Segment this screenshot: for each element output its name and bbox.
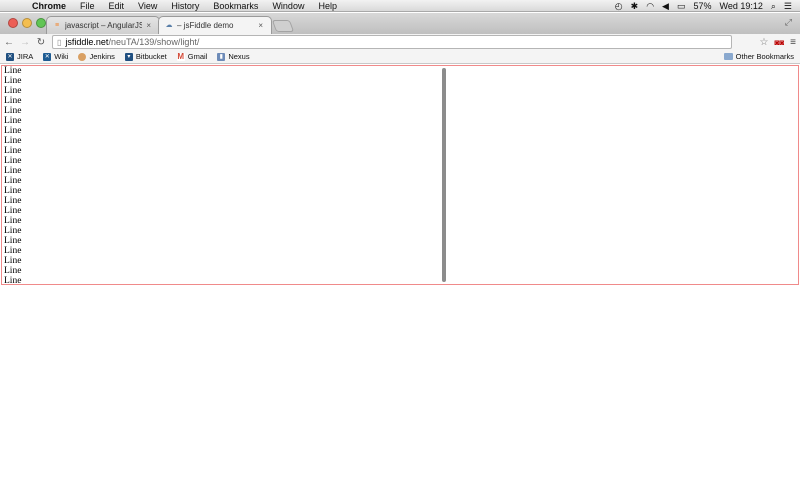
bookmark-label: JIRA <box>17 52 34 61</box>
list-item: Line <box>4 106 22 116</box>
list-item: Line <box>4 166 22 176</box>
tab-strip: ≡ javascript – AngularJS – How × ☁ – jsF… <box>0 13 800 34</box>
tab-stackoverflow[interactable]: ≡ javascript – AngularJS – How × <box>46 16 160 34</box>
nexus-icon: ▮ <box>217 52 226 61</box>
jsfiddle-favicon-icon: ☁ <box>165 21 173 29</box>
menu-view[interactable]: View <box>131 0 164 12</box>
menu-help[interactable]: Help <box>311 0 344 12</box>
tab-label: javascript – AngularJS – How <box>65 21 143 30</box>
browser-toolbar: ← → ↻ ▯ jsfiddle.net /neuTA/139/show/lig… <box>0 34 800 50</box>
jira-icon: ✕ <box>6 52 14 61</box>
list-item: Line <box>4 186 22 196</box>
url-host: jsfiddle.net <box>65 37 109 47</box>
list-item: Line <box>4 276 22 284</box>
page-viewport: Line Line Line Line Line Line Line Line Line Line… <box>0 65 800 500</box>
list-item: Line <box>4 146 22 156</box>
list-item: Line <box>4 66 22 76</box>
menu-window[interactable]: Window <box>265 0 311 12</box>
extension-icon[interactable]: ◙◙ <box>774 38 784 47</box>
tab-label: – jsFiddle demo <box>177 21 234 30</box>
right-pane[interactable] <box>442 66 798 284</box>
list-item: Line <box>4 206 22 216</box>
line-list: Line Line Line Line Line Line Line Line Line Line… <box>2 66 442 284</box>
chrome-menu-icon[interactable]: ≡ <box>790 37 796 48</box>
time-machine-icon[interactable]: ◴ <box>615 0 623 12</box>
bookmark-label: Gmail <box>187 52 208 61</box>
list-item: Line <box>4 176 22 186</box>
list-item: Line <box>4 126 22 136</box>
menu-app-chrome[interactable]: Chrome <box>22 0 73 12</box>
volume-icon[interactable]: ◀ <box>662 0 669 12</box>
list-item: Line <box>4 226 22 236</box>
bookmark-bitbucket[interactable]: ▾ Bitbucket <box>124 52 167 61</box>
new-tab-button[interactable] <box>271 20 295 32</box>
pane-divider-scrollbar[interactable] <box>442 68 446 282</box>
bookmark-star-icon[interactable]: ☆ <box>760 37 769 48</box>
zoom-window-button[interactable] <box>36 18 46 28</box>
split-frame: Line Line Line Line Line Line Line Line Line Line… <box>1 65 799 285</box>
notification-center-icon[interactable]: ☰ <box>784 0 792 12</box>
close-tab-icon[interactable]: × <box>146 21 151 30</box>
list-item: Line <box>4 156 22 166</box>
menu-edit[interactable]: Edit <box>102 0 132 12</box>
list-item: Line <box>4 236 22 246</box>
bookmark-nexus[interactable]: ▮ Nexus <box>217 52 250 61</box>
back-arrow-icon[interactable]: ← <box>4 37 14 48</box>
bookmark-jira[interactable]: ✕ JIRA <box>6 52 33 61</box>
bluetooth-icon[interactable]: ✱ <box>631 0 639 12</box>
close-window-button[interactable] <box>8 18 18 28</box>
bookmark-wiki[interactable]: ✕ Wiki <box>43 52 68 61</box>
spotlight-icon[interactable]: ⌕ <box>771 0 776 12</box>
bookmarks-bar: ✕ JIRA ✕ Wiki Jenkins ▾ Bitbucket M Gmai… <box>0 50 800 64</box>
list-item: Line <box>4 246 22 256</box>
battery-percent: 57% <box>693 0 712 11</box>
forward-arrow-icon[interactable]: → <box>20 37 30 48</box>
url-path: /neuTA/139/show/light/ <box>108 37 200 47</box>
address-bar[interactable]: ▯ jsfiddle.net /neuTA/139/show/light/ <box>52 35 732 49</box>
minimize-window-button[interactable] <box>22 18 32 28</box>
status-area: ◴ ✱ ◠ ◀ ▭ 57% Wed 19:12 ⌕ ☰ <box>615 0 800 12</box>
stackoverflow-favicon-icon: ≡ <box>54 21 60 29</box>
list-item: Line <box>4 86 22 96</box>
wiki-icon: ✕ <box>43 52 52 61</box>
clock[interactable]: Wed 19:12 <box>720 0 763 12</box>
list-item: Line <box>4 266 22 276</box>
list-item: Line <box>4 76 22 86</box>
menu-history[interactable]: History <box>164 0 206 12</box>
bookmark-label: Jenkins <box>89 52 115 61</box>
battery-icon[interactable]: ▭ <box>677 0 686 12</box>
left-pane[interactable]: Line Line Line Line Line Line Line Line Line Line… <box>2 66 442 284</box>
other-bookmarks-label: Other Bookmarks <box>735 52 794 61</box>
list-item: Line <box>4 116 22 126</box>
tab-jsfiddle[interactable]: ☁ – jsFiddle demo × <box>158 16 272 34</box>
menu-file[interactable]: File <box>73 0 102 12</box>
list-item: Line <box>4 96 22 106</box>
other-bookmarks[interactable]: Other Bookmarks <box>723 52 794 61</box>
bookmark-label: Bitbucket <box>135 52 167 61</box>
list-item: Line <box>4 216 22 226</box>
list-item: Line <box>4 136 22 146</box>
wifi-icon[interactable]: ◠ <box>646 0 654 12</box>
reload-icon[interactable]: ↻ <box>36 37 46 48</box>
list-item: Line <box>4 256 22 266</box>
bookmark-jenkins[interactable]: Jenkins <box>78 52 115 61</box>
bitbucket-icon: ▾ <box>124 52 133 61</box>
bookmark-gmail[interactable]: M Gmail <box>176 51 208 61</box>
jenkins-icon <box>78 52 87 61</box>
menu-bar: Chrome File Edit View History Bookmarks … <box>0 0 800 12</box>
gmail-icon: M <box>176 51 185 61</box>
folder-icon <box>723 53 733 60</box>
bookmark-label: Wiki <box>54 52 69 61</box>
fullscreen-icon[interactable]: ⤢ <box>785 17 792 28</box>
page-icon: ▯ <box>57 37 62 47</box>
close-tab-icon[interactable]: × <box>258 21 263 30</box>
menu-bookmarks[interactable]: Bookmarks <box>206 0 265 12</box>
bookmark-label: Nexus <box>228 52 250 61</box>
window-controls <box>8 18 46 28</box>
list-item: Line <box>4 196 22 206</box>
